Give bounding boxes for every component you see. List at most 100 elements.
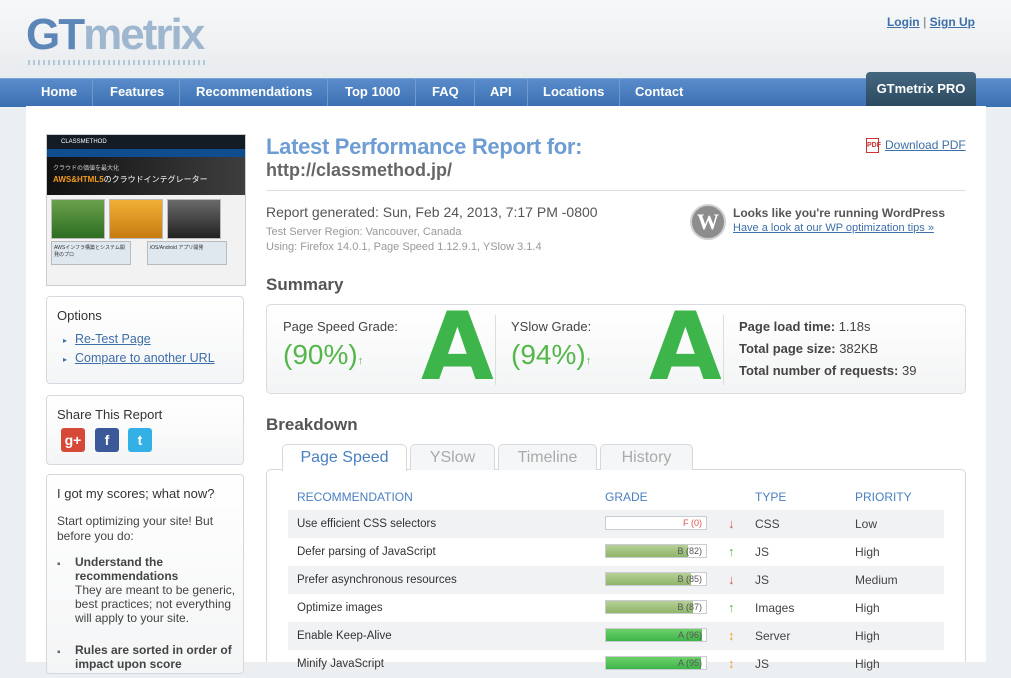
total-page-size: Total page size: 382KB: [739, 341, 879, 356]
up-arrow-icon: ↑: [585, 355, 592, 367]
summary-heading: Summary: [266, 275, 344, 294]
understand-recs-body: They are meant to be generic, best pract…: [75, 583, 236, 625]
recommendation-name[interactable]: Defer parsing of JavaScript: [297, 538, 436, 566]
google-plus-icon[interactable]: g+: [61, 428, 85, 452]
table-row[interactable]: Enable Keep-Alive A (96) ↕ Server High: [288, 622, 944, 650]
report-url: http://classmethod.jp/: [266, 160, 453, 180]
recommendation-name[interactable]: Minify JavaScript: [297, 650, 384, 678]
options-box: Options ▸ Re-Test Page ▸ Compare to anot…: [46, 296, 244, 384]
tab-page-speed[interactable]: Page Speed: [282, 444, 407, 471]
rec-priority: Medium: [855, 573, 898, 587]
pagespeed-grade-label: Page Speed Grade:: [283, 319, 398, 334]
rec-priority: High: [855, 545, 880, 559]
thumb-card-ios: iOS/Android アプリ開発: [147, 241, 227, 265]
title-divider: [266, 190, 966, 191]
thumb-hero-tagline: のクラウドインテグレーター: [103, 175, 208, 184]
table-row[interactable]: Prefer asynchronous resources B (85) ↓ JS Me…: [288, 566, 944, 594]
col-type[interactable]: TYPE: [755, 490, 786, 504]
col-recommendation[interactable]: RECOMMENDATION: [297, 490, 413, 504]
col-priority[interactable]: PRIORITY: [855, 490, 912, 504]
share-title: Share This Report: [57, 407, 163, 422]
breakdown-heading: Breakdown: [266, 415, 358, 434]
gtmetrix-logo[interactable]: GTmetrix: [26, 10, 205, 60]
retest-page-link[interactable]: Re-Test Page: [75, 332, 151, 346]
compare-url-link[interactable]: Compare to another URL: [75, 351, 215, 365]
twitter-icon[interactable]: t: [128, 428, 152, 452]
pdf-icon: PDF: [866, 138, 881, 154]
thumb-nav: [47, 149, 245, 157]
yslow-grade-label: YSlow Grade:: [511, 319, 592, 334]
rec-type: JS: [755, 573, 770, 587]
test-using: Using: Firefox 14.0.1, Page Speed 1.12.9…: [266, 241, 542, 253]
wp-tips-link[interactable]: Have a look at our WP optimization tips …: [733, 222, 934, 234]
thumb-card-aws: AWSインフラ構築とシステム開発のプロ: [51, 241, 131, 265]
main-nav: Home Features Recommendations Top 1000 F…: [0, 78, 1011, 107]
grade-label: A (95): [677, 658, 702, 668]
download-pdf[interactable]: PDF Download PDF: [866, 138, 966, 154]
rec-type: CSS: [755, 517, 780, 531]
thumb-hero: クラウドの価値を最大化 AWS&HTML5のクラウドインテグレーター: [47, 157, 245, 195]
recommendation-name[interactable]: Prefer asynchronous resources: [297, 566, 457, 594]
thumb-body: AWSインフラ構築とシステム開発のプロ iOS/Android アプリ開発: [47, 195, 245, 285]
tab-timeline[interactable]: Timeline: [498, 444, 597, 470]
tab-yslow[interactable]: YSlow: [410, 444, 495, 470]
up-arrow-icon: ↑: [357, 355, 364, 367]
bullet-icon: ▪: [57, 559, 61, 570]
thumb-card-3: [167, 199, 221, 239]
col-grade[interactable]: GRADE: [605, 490, 648, 504]
trend-up-icon: ↑: [728, 544, 735, 559]
summary-divider: [723, 315, 724, 385]
grade-bar: B (85): [605, 572, 707, 586]
wordpress-icon: W: [690, 204, 726, 240]
grade-bar: B (87): [605, 600, 707, 614]
rec-priority: High: [855, 629, 880, 643]
rec-type: Server: [755, 629, 791, 643]
rec-type: Images: [755, 601, 795, 615]
nav-home[interactable]: Home: [26, 79, 94, 107]
nav-faq[interactable]: FAQ: [417, 79, 475, 107]
summary-panel: Page Speed Grade: (90%)↑ A YSlow Grade: …: [266, 301, 966, 395]
rules-sorted-title: Rules are sorted in order of impact upon…: [75, 643, 232, 671]
page-load-time: Page load time: 1.18s: [739, 319, 871, 334]
scores-help-box: I got my scores; what now? Start optimiz…: [46, 474, 244, 674]
download-pdf-link[interactable]: Download PDF: [885, 138, 966, 152]
thumb-card-1: [51, 199, 105, 239]
signup-link[interactable]: Sign Up: [930, 15, 975, 29]
share-box: Share This Report g+ f t: [46, 395, 244, 465]
grade-bar: B (82): [605, 544, 707, 558]
bullet-icon: ▸: [63, 355, 68, 364]
nav-top-1000[interactable]: Top 1000: [330, 79, 417, 107]
table-row[interactable]: Defer parsing of JavaScript B (82) ↑ JS High: [288, 538, 944, 566]
table-row[interactable]: Use efficient CSS selectors F (0) ↓ CSS Low: [288, 510, 944, 538]
nav-features[interactable]: Features: [95, 79, 181, 107]
thumb-hero-line1: クラウドの価値を最大化: [53, 166, 120, 172]
recommendation-name[interactable]: Use efficient CSS selectors: [297, 510, 436, 538]
report-title: Latest Performance Report for:: [266, 134, 583, 159]
table-row[interactable]: Minify JavaScript A (95) ↕ JS High: [288, 650, 944, 678]
recommendation-name[interactable]: Optimize images: [297, 594, 383, 622]
table-row[interactable]: Optimize images B (87) ↑ Images High: [288, 594, 944, 622]
facebook-icon[interactable]: f: [95, 428, 119, 452]
gtmetrix-pro-tab[interactable]: GTmetrix PRO: [866, 72, 976, 106]
understand-recs-title: Understand the recommendations: [75, 555, 179, 583]
login-link[interactable]: Login: [887, 15, 920, 29]
logo-underline: [28, 60, 208, 65]
recommendation-name[interactable]: Enable Keep-Alive: [297, 622, 392, 650]
grade-bar: A (95): [605, 656, 707, 670]
nav-recommendations[interactable]: Recommendations: [181, 79, 329, 107]
report-generated: Report generated: Sun, Feb 24, 2013, 7:1…: [266, 204, 598, 220]
bullet-icon: ▪: [57, 647, 61, 658]
grade-label: B (85): [677, 574, 702, 584]
nav-contact[interactable]: Contact: [620, 79, 698, 107]
rec-priority: High: [855, 601, 880, 615]
nav-locations[interactable]: Locations: [528, 79, 621, 107]
pagespeed-percent: (90%)↑: [283, 339, 364, 370]
test-server-region: Test Server Region: Vancouver, Canada: [266, 226, 462, 238]
scores-help-title: I got my scores; what now?: [57, 486, 215, 501]
trend-down-icon: ↓: [728, 516, 735, 531]
rec-priority: High: [855, 657, 880, 671]
nav-api[interactable]: API: [475, 79, 528, 107]
grade-label: A (96): [677, 630, 702, 640]
tab-history[interactable]: History: [600, 444, 693, 470]
wordpress-notice: Looks like you're running WordPress: [733, 206, 946, 220]
